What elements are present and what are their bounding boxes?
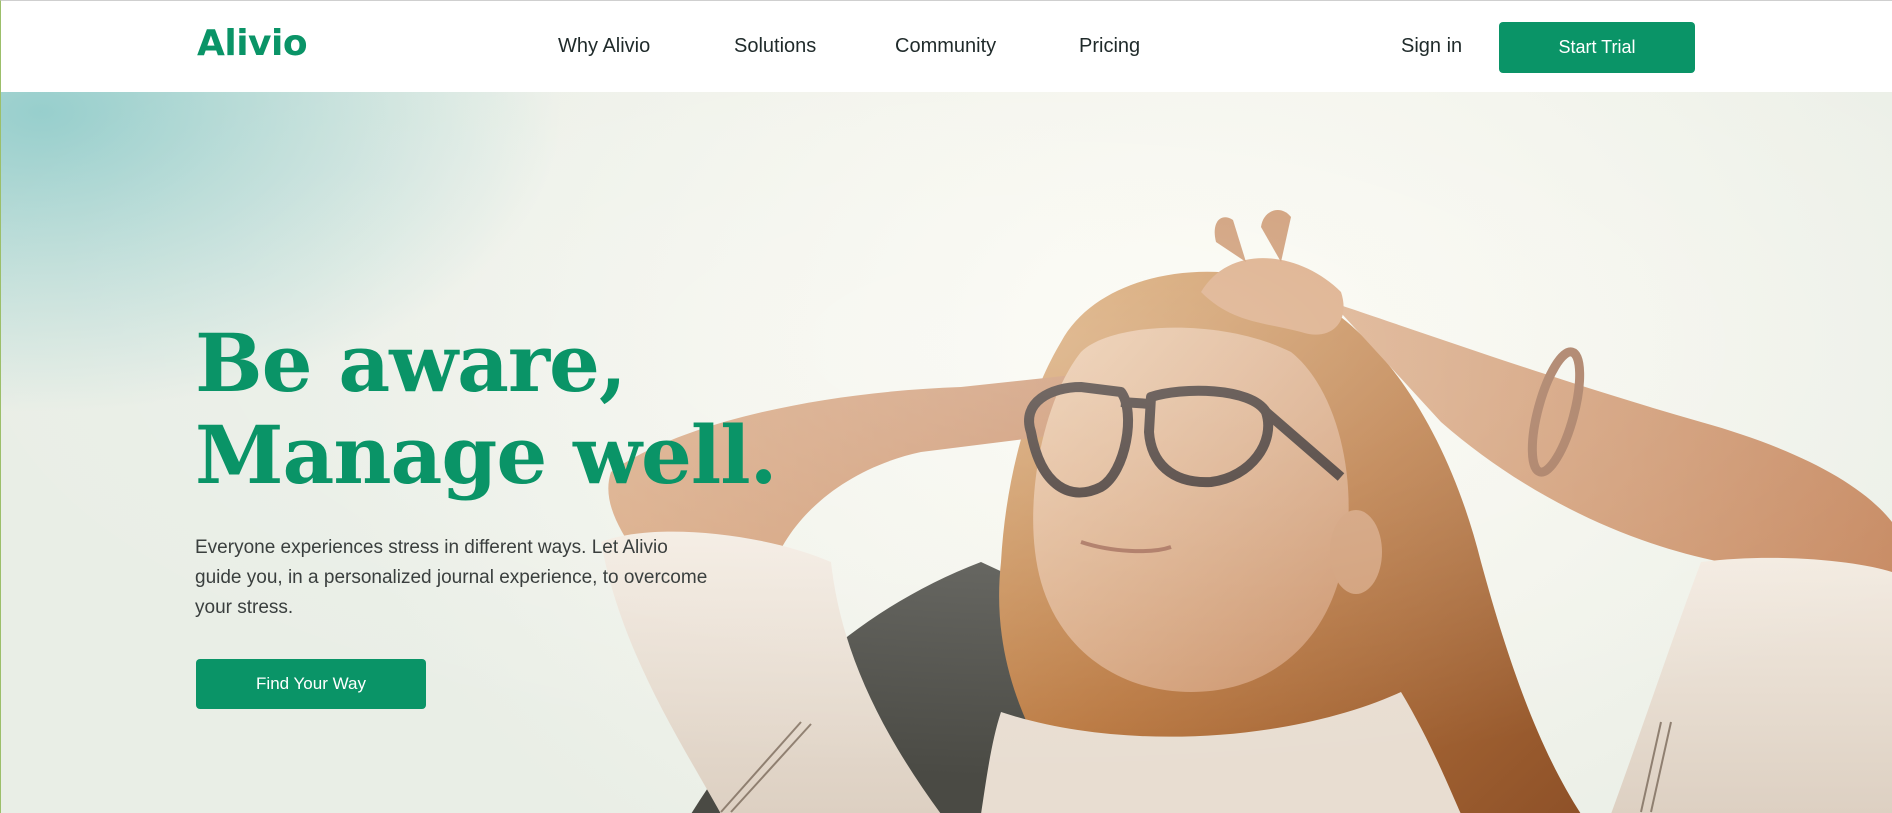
nav-solutions[interactable]: Solutions	[734, 35, 816, 58]
sign-in-link[interactable]: Sign in	[1401, 35, 1462, 58]
nav-why-alivio[interactable]: Why Alivio	[558, 35, 650, 58]
nav-community[interactable]: Community	[895, 35, 996, 58]
headline-line-2: Manage well.	[195, 408, 777, 502]
landing-page: Alivio Why Alivio Solutions Community Pr…	[0, 0, 1892, 813]
nav-pricing[interactable]: Pricing	[1079, 35, 1140, 58]
headline-line-1: Be aware,	[195, 316, 627, 410]
brand-logo[interactable]: Alivio	[197, 23, 308, 64]
hero-description: Everyone experiences stress in different…	[195, 537, 708, 618]
find-your-way-button[interactable]: Find Your Way	[196, 659, 426, 709]
hero-section: Be aware, Manage well. Everyone experien…	[1, 92, 1892, 813]
hero-headline: Be aware, Manage well.	[195, 316, 777, 502]
start-trial-button[interactable]: Start Trial	[1499, 22, 1695, 73]
site-header: Alivio Why Alivio Solutions Community Pr…	[1, 1, 1892, 92]
